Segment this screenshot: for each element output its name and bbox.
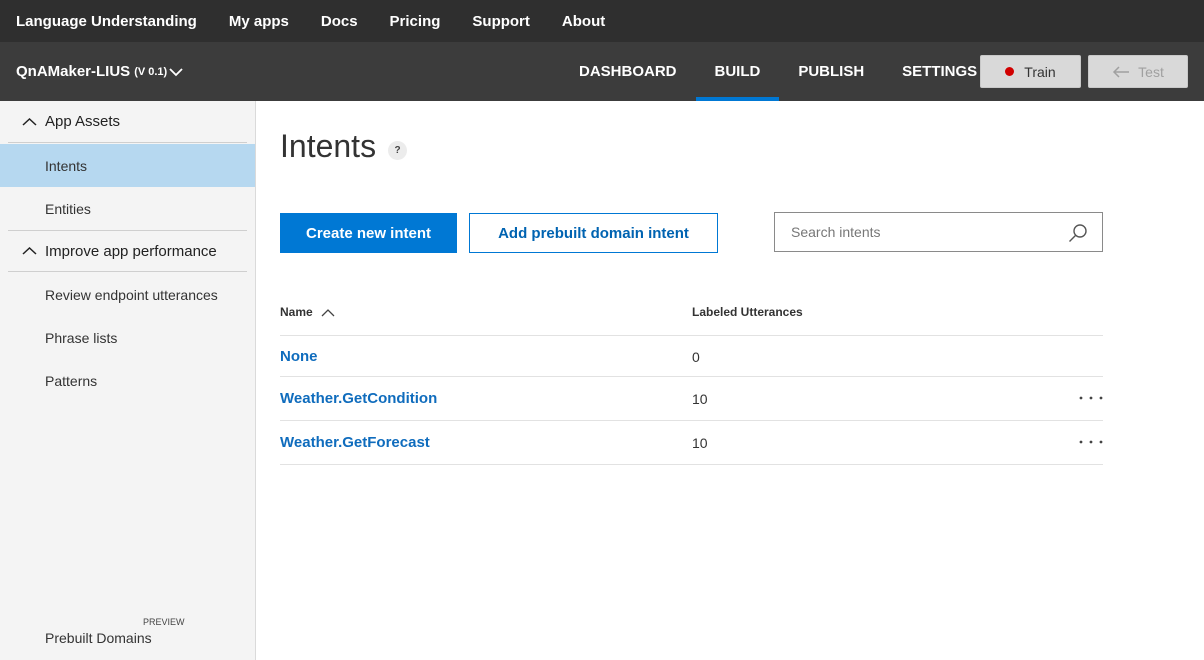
train-button[interactable]: Train <box>980 55 1081 88</box>
add-prebuilt-domain-intent-button[interactable]: Add prebuilt domain intent <box>469 213 718 253</box>
sort-ascending-icon <box>321 308 335 316</box>
more-options-icon[interactable] <box>1078 396 1104 400</box>
nav-support[interactable]: Support <box>472 13 530 30</box>
nav-pricing[interactable]: Pricing <box>390 13 441 30</box>
sidebar-item-review-endpoint-utterances[interactable]: Review endpoint utterances <box>0 273 255 316</box>
column-header-name-label: Name <box>280 305 313 319</box>
chevron-up-icon <box>22 117 37 126</box>
utterance-count: 10 <box>692 435 708 451</box>
intent-link-none[interactable]: None <box>280 348 318 365</box>
arrow-left-icon <box>1113 65 1130 78</box>
sidebar-item-prebuilt-domains[interactable]: Prebuilt Domains <box>0 616 255 659</box>
more-options-icon[interactable] <box>1078 440 1104 444</box>
nav-about[interactable]: About <box>562 13 605 30</box>
section-app-assets[interactable]: App Assets <box>8 101 247 143</box>
tab-publish[interactable]: PUBLISH <box>779 42 883 101</box>
intent-link-weather-getcondition[interactable]: Weather.GetCondition <box>280 390 437 407</box>
divider <box>280 464 1103 465</box>
help-icon[interactable]: ? <box>388 141 407 160</box>
top-nav: Language Understanding My apps Docs Pric… <box>0 0 1204 42</box>
divider <box>280 420 1103 421</box>
test-button[interactable]: Test <box>1088 55 1188 88</box>
page-title: Intents <box>280 128 377 164</box>
divider <box>280 376 1103 377</box>
test-label: Test <box>1138 63 1164 80</box>
build-tabs: DASHBOARD BUILD PUBLISH SETTINGS <box>560 42 996 101</box>
divider <box>280 335 1103 336</box>
create-new-intent-button[interactable]: Create new intent <box>280 213 457 253</box>
nav-language-understanding[interactable]: Language Understanding <box>16 13 197 30</box>
sidebar-item-entities[interactable]: Entities <box>0 187 255 230</box>
app-version: (V 0.1) <box>134 65 168 78</box>
section-improve-label: Improve app performance <box>45 242 217 260</box>
utterance-count: 0 <box>692 349 700 365</box>
sidebar-item-intents[interactable]: Intents <box>0 144 255 187</box>
utterance-count: 10 <box>692 391 708 407</box>
sidebar-item-phrase-lists[interactable]: Phrase lists <box>0 316 255 359</box>
column-header-name[interactable]: Name <box>280 305 335 319</box>
train-label: Train <box>1024 63 1056 80</box>
app-name: QnAMaker-LIUS <box>16 63 131 80</box>
section-improve-app-performance[interactable]: Improve app performance <box>8 230 247 272</box>
nav-my-apps[interactable]: My apps <box>229 13 289 30</box>
search-input[interactable] <box>775 213 1055 251</box>
sidebar-item-patterns[interactable]: Patterns <box>0 359 255 402</box>
section-app-assets-label: App Assets <box>45 113 121 130</box>
tab-dashboard[interactable]: DASHBOARD <box>560 42 696 101</box>
search-icon[interactable] <box>1068 223 1088 243</box>
column-header-labeled-utterances[interactable]: Labeled Utterances <box>692 305 803 319</box>
sidebar: App Assets Intents Entities Improve app … <box>0 101 256 660</box>
chevron-down-icon <box>169 67 183 77</box>
tab-build[interactable]: BUILD <box>695 42 780 101</box>
app-selector[interactable]: QnAMaker-LIUS (V 0.1) <box>16 63 183 80</box>
nav-docs[interactable]: Docs <box>321 13 358 30</box>
app-bar: QnAMaker-LIUS (V 0.1) DASHBOARD BUILD PU… <box>0 42 1204 101</box>
search-box <box>774 212 1103 252</box>
intent-link-weather-getforecast[interactable]: Weather.GetForecast <box>280 434 430 451</box>
status-dot-icon <box>1005 67 1015 76</box>
chevron-up-icon <box>22 246 37 255</box>
